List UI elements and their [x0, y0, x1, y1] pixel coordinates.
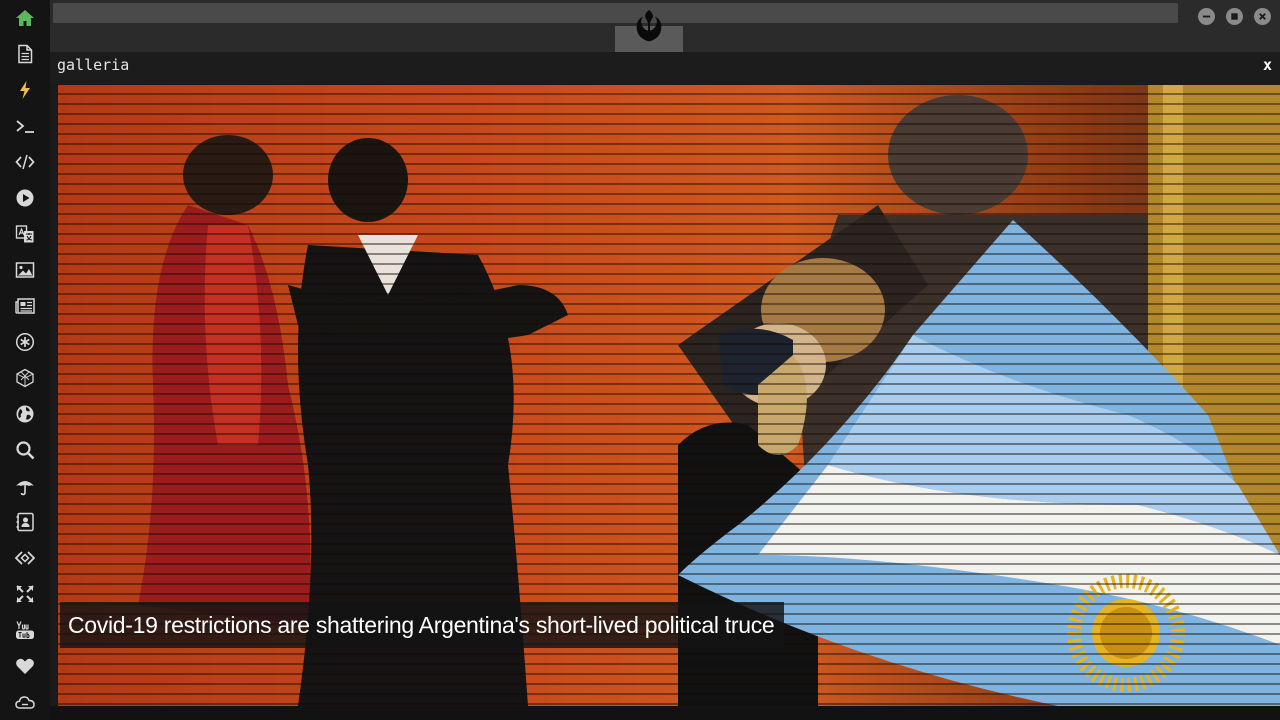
sidebar-item-contact[interactable] [13, 510, 37, 534]
umbrella-icon [16, 481, 34, 496]
cloud-icon [15, 696, 35, 709]
rebel-alliance-logo-icon[interactable] [630, 8, 668, 46]
sidebar [0, 0, 50, 720]
sidebar-item-code[interactable] [13, 150, 37, 174]
sidebar-item-heart[interactable] [13, 654, 37, 678]
newspaper-icon [15, 298, 35, 314]
translate-icon [15, 225, 34, 243]
sidebar-item-document[interactable] [13, 42, 37, 66]
expand-icon [16, 585, 34, 603]
globe-icon [16, 405, 34, 423]
image-icon [15, 262, 35, 278]
code-diamond-icon [15, 551, 35, 565]
bottom-strip [50, 706, 1280, 720]
sidebar-item-play[interactable] [13, 186, 37, 210]
maximize-icon [1231, 13, 1238, 20]
minimize-button[interactable] [1198, 8, 1215, 25]
sidebar-item-image[interactable] [13, 258, 37, 282]
minimize-icon [1202, 15, 1211, 18]
youtube-icon [16, 621, 34, 639]
sidebar-item-umbrella[interactable] [13, 474, 37, 498]
heart-icon [16, 658, 34, 674]
cube-icon [16, 368, 34, 388]
sidebar-item-cloud[interactable] [13, 690, 37, 714]
close-window-button[interactable] [1254, 8, 1271, 25]
home-icon [16, 10, 34, 26]
window-title-bar: galleria x [50, 52, 1280, 84]
sidebar-item-search[interactable] [13, 438, 37, 462]
sidebar-item-terminal[interactable] [13, 114, 37, 138]
sidebar-item-asterisk[interactable] [13, 330, 37, 354]
asterisk-icon [15, 332, 35, 352]
sidebar-item-newspaper[interactable] [13, 294, 37, 318]
sidebar-item-lightning[interactable] [13, 78, 37, 102]
address-bar[interactable] [53, 3, 1178, 23]
sidebar-item-home[interactable] [13, 6, 37, 30]
sidebar-item-cube[interactable] [13, 366, 37, 390]
document-icon [18, 44, 33, 64]
sidebar-item-youtube[interactable] [13, 618, 37, 642]
maximize-button[interactable] [1226, 8, 1243, 25]
terminal-icon [16, 120, 34, 133]
top-bar [50, 0, 1280, 52]
window-title: galleria [57, 56, 130, 74]
close-icon [1259, 13, 1266, 20]
lightning-icon [20, 81, 30, 99]
sidebar-item-globe[interactable] [13, 402, 37, 426]
sidebar-item-code-diamond[interactable] [13, 546, 37, 570]
search-icon [16, 441, 35, 460]
play-icon [16, 189, 34, 207]
contact-icon [16, 512, 34, 532]
photo-caption: Covid-19 restrictions are shattering Arg… [60, 602, 785, 648]
close-button[interactable]: x [1263, 56, 1272, 74]
code-icon [15, 154, 35, 170]
sidebar-item-translate[interactable] [13, 222, 37, 246]
sidebar-item-expand[interactable] [13, 582, 37, 606]
